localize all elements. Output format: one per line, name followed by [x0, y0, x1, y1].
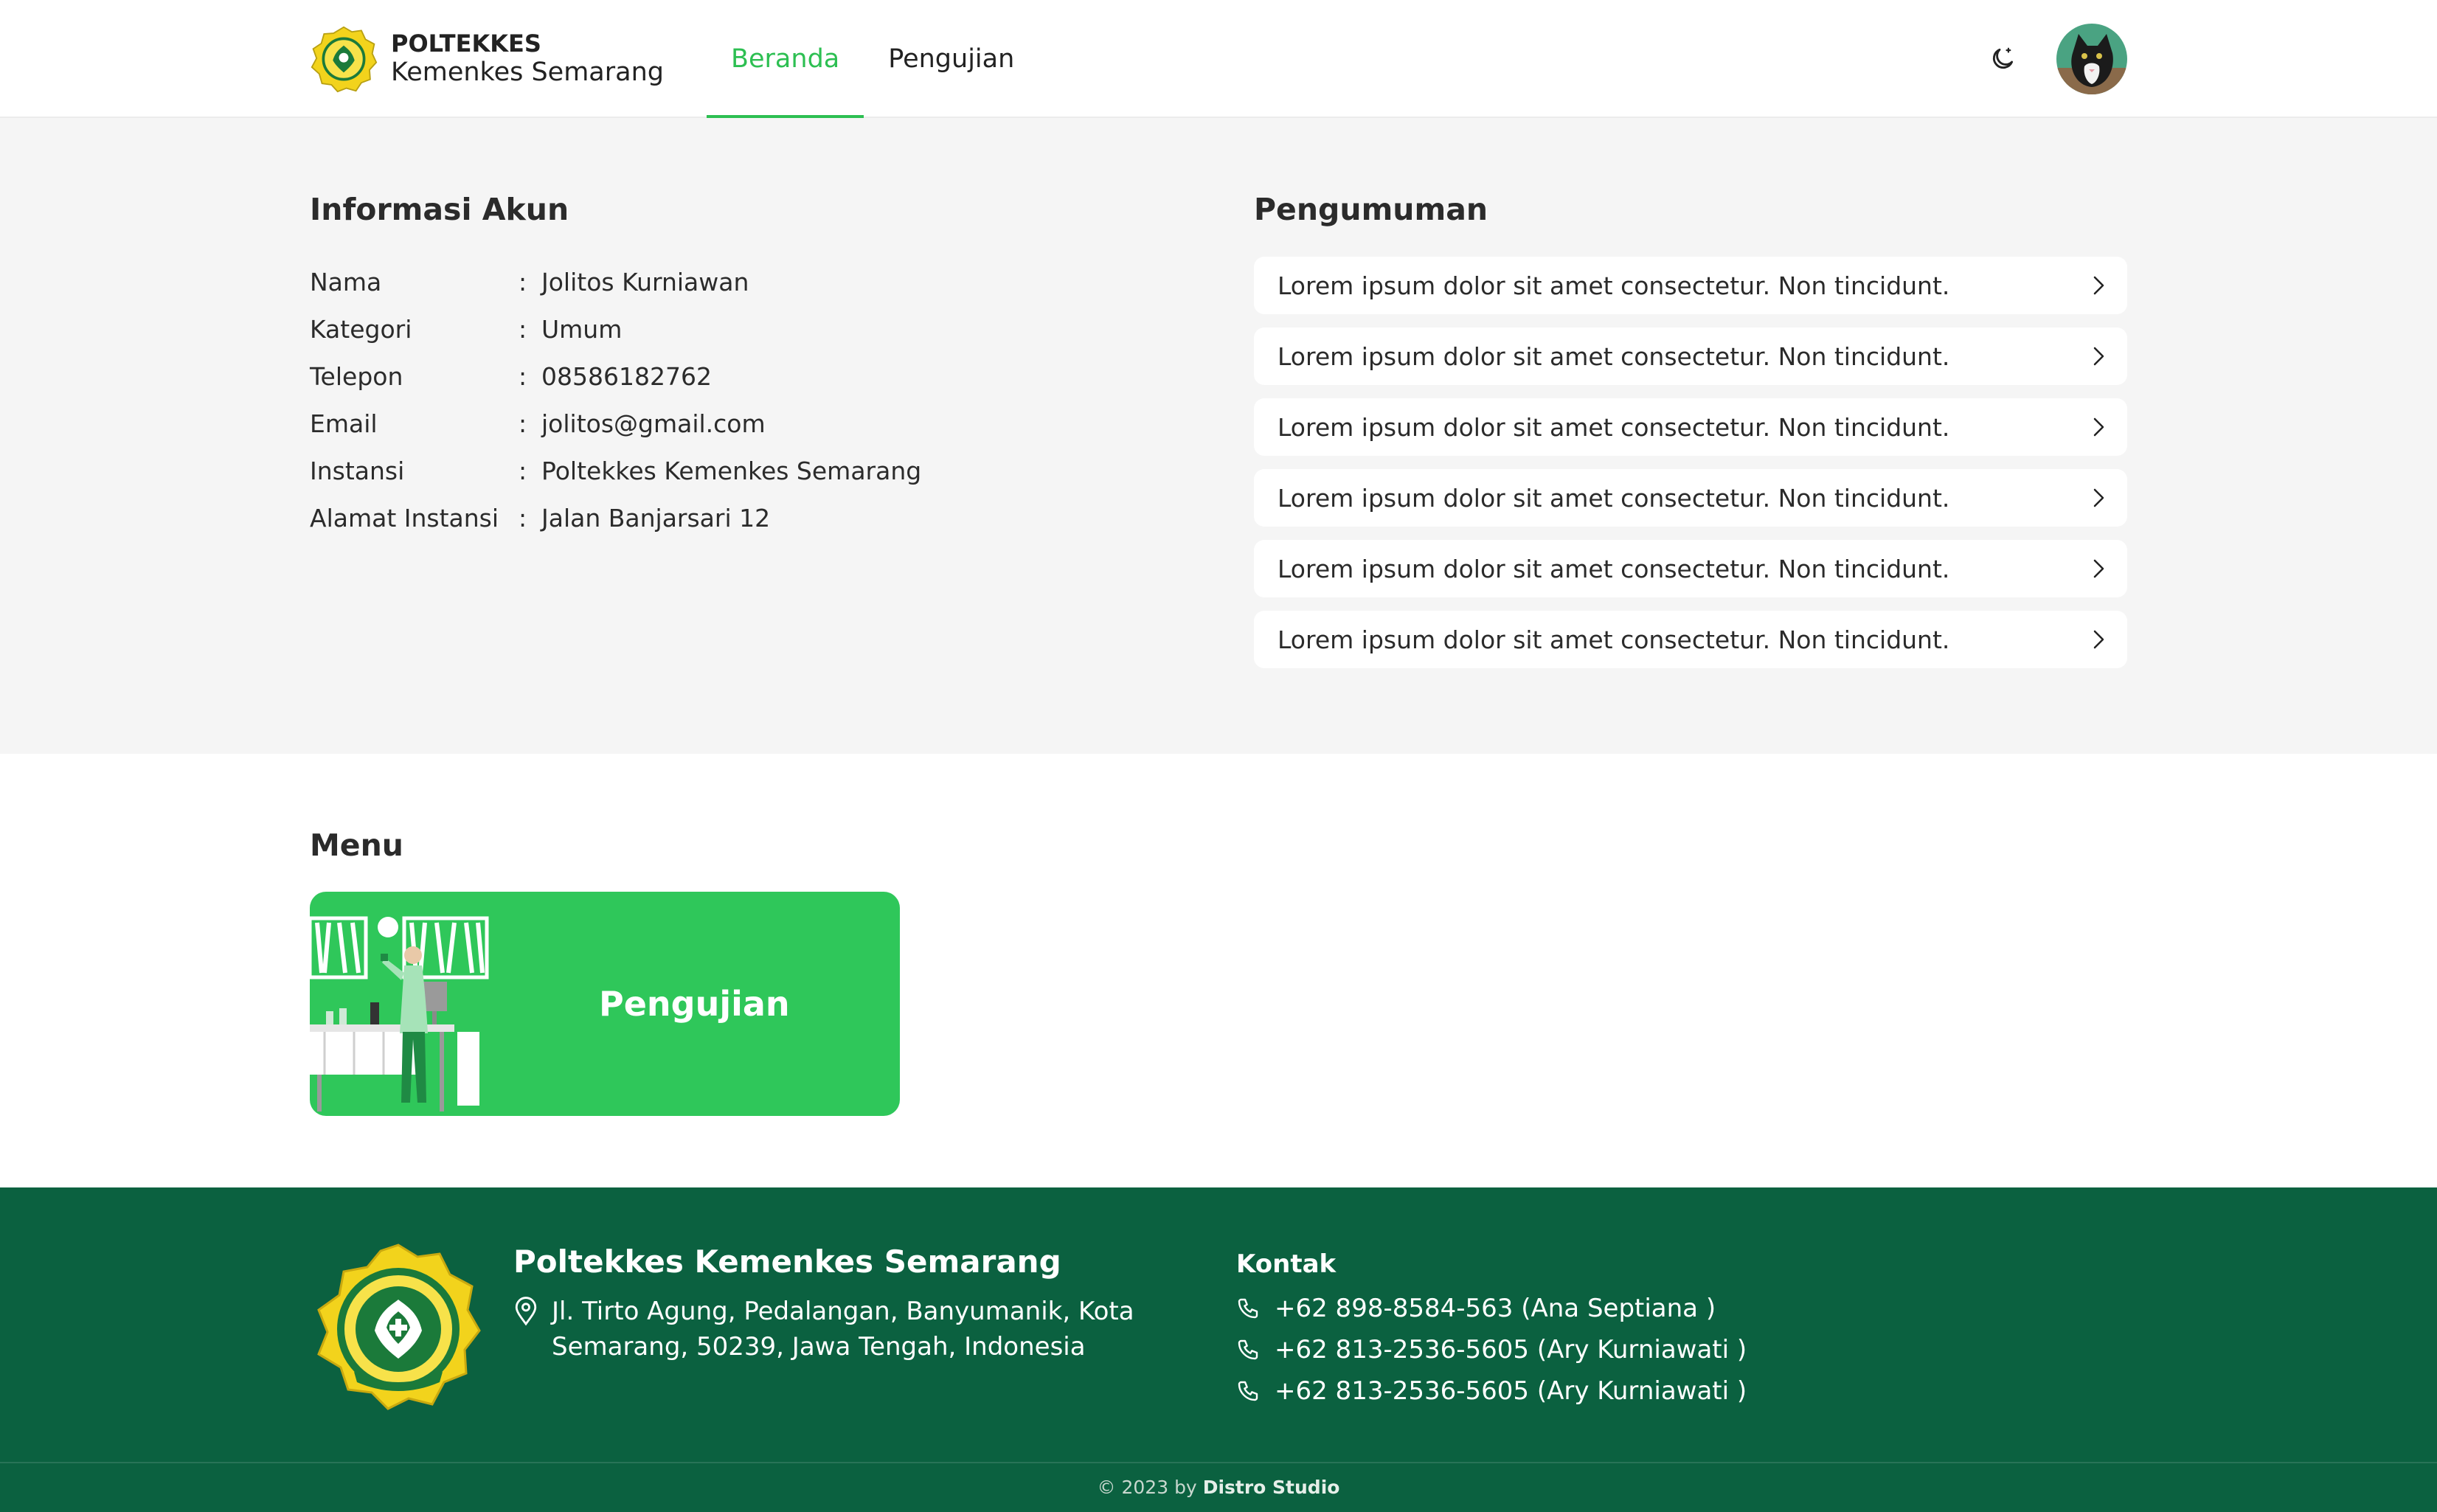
copyright-text: © 2023 by	[1097, 1477, 1197, 1498]
footer: Poltekkes Kemenkes Semarang Jl. Tirto Ag…	[0, 1187, 2437, 1512]
chevron-right-icon	[2093, 559, 2104, 578]
row-label: Instansi	[310, 456, 405, 485]
avatar-cat-image	[2056, 24, 2127, 94]
announcement-item[interactable]: Lorem ipsum dolor sit amet consectetur. …	[1254, 611, 2127, 668]
row-label: Telepon	[310, 361, 403, 391]
account-row-institution: Instansi : Poltekkes Kemenkes Semarang	[310, 447, 921, 494]
announcement-list: Lorem ipsum dolor sit amet consectetur. …	[1254, 257, 2127, 682]
account-row-category: Kategori : Umum	[310, 305, 921, 353]
account-info-title: Informasi Akun	[310, 192, 569, 227]
announcement-text: Lorem ipsum dolor sit amet consectetur. …	[1278, 271, 1950, 300]
avatar[interactable]	[2056, 24, 2127, 94]
contact-text: +62 898-8584-563 (Ana Septiana )	[1275, 1294, 1716, 1323]
announcement-item[interactable]: Lorem ipsum dolor sit amet consectetur. …	[1254, 327, 2127, 385]
moon-icon[interactable]	[1989, 45, 2017, 73]
info-section: Informasi Akun Nama : Jolitos Kurniawan …	[0, 118, 2437, 754]
contact-text: +62 813-2536-5605 (Ary Kurniawati )	[1275, 1335, 1747, 1364]
chevron-right-icon	[2093, 276, 2104, 295]
footer-copyright: © 2023 by Distro Studio	[0, 1477, 2437, 1498]
brand-title: POLTEKKES	[391, 30, 541, 58]
footer-org-name: Poltekkes Kemenkes Semarang	[513, 1244, 1061, 1280]
row-separator: :	[519, 409, 527, 438]
row-label: Alamat Instansi	[310, 503, 499, 533]
announcement-item[interactable]: Lorem ipsum dolor sit amet consectetur. …	[1254, 257, 2127, 314]
announcement-item[interactable]: Lorem ipsum dolor sit amet consectetur. …	[1254, 469, 2127, 527]
announcement-text: Lorem ipsum dolor sit amet consectetur. …	[1278, 412, 1950, 442]
row-separator: :	[519, 361, 527, 391]
announcement-text: Lorem ipsum dolor sit amet consectetur. …	[1278, 554, 1950, 583]
phone-icon	[1238, 1381, 1258, 1401]
chevron-right-icon	[2093, 417, 2104, 437]
nav-pengujian[interactable]: Pengujian	[864, 0, 1039, 118]
footer-address-text: Jl. Tirto Agung, Pedalangan, Banyumanik,…	[552, 1297, 1134, 1362]
row-value: Jolitos Kurniawan	[541, 267, 749, 296]
account-info-list: Nama : Jolitos Kurniawan Kategori : Umum…	[310, 258, 921, 541]
account-row-institution-address: Alamat Instansi : Jalan Banjarsari 12	[310, 494, 921, 541]
main-nav: Beranda Pengujian	[707, 0, 1039, 118]
poltekkes-logo-icon	[311, 26, 378, 93]
poltekkes-emblem-icon	[317, 1244, 481, 1410]
footer-contact-list: +62 898-8584-563 (Ana Septiana ) +62 813…	[1236, 1288, 1747, 1412]
announcement-item[interactable]: Lorem ipsum dolor sit amet consectetur. …	[1254, 540, 2127, 597]
row-value: 08586182762	[541, 361, 712, 391]
announcement-item[interactable]: Lorem ipsum dolor sit amet consectetur. …	[1254, 398, 2127, 456]
footer-contact-title: Kontak	[1236, 1249, 1337, 1279]
nav-beranda[interactable]: Beranda	[707, 0, 864, 118]
row-separator: :	[519, 267, 527, 296]
row-value: Jalan Banjarsari 12	[541, 503, 771, 533]
row-value: Umum	[541, 314, 623, 344]
brand[interactable]: POLTEKKES Kemenkes Semarang	[310, 25, 664, 93]
account-row-phone: Telepon : 08586182762	[310, 353, 921, 400]
brand-subtitle: Kemenkes Semarang	[391, 58, 664, 88]
account-row-email: Email : jolitos@gmail.com	[310, 400, 921, 447]
lab-illustration-icon	[310, 916, 489, 1112]
row-separator: :	[519, 456, 527, 485]
contact-text: +62 813-2536-5605 (Ary Kurniawati )	[1275, 1376, 1747, 1406]
menu-section: Menu Pengujian	[0, 754, 2437, 1187]
account-row-name: Nama : Jolitos Kurniawan	[310, 258, 921, 305]
row-value: Poltekkes Kemenkes Semarang	[541, 456, 922, 485]
location-pin-icon	[515, 1297, 537, 1326]
contact-item[interactable]: +62 898-8584-563 (Ana Septiana )	[1236, 1288, 1747, 1329]
menu-title: Menu	[310, 828, 403, 863]
chevron-right-icon	[2093, 347, 2104, 366]
top-navbar: POLTEKKES Kemenkes Semarang Beranda Peng…	[0, 0, 2437, 118]
row-label: Email	[310, 409, 378, 438]
phone-icon	[1238, 1298, 1258, 1319]
contact-item[interactable]: +62 813-2536-5605 (Ary Kurniawati )	[1236, 1329, 1747, 1370]
chevron-right-icon	[2093, 488, 2104, 507]
copyright-brand[interactable]: Distro Studio	[1203, 1477, 1340, 1498]
announcement-text: Lorem ipsum dolor sit amet consectetur. …	[1278, 341, 1950, 371]
chevron-right-icon	[2093, 630, 2104, 649]
footer-divider	[0, 1462, 2437, 1463]
announcement-text: Lorem ipsum dolor sit amet consectetur. …	[1278, 483, 1950, 513]
menu-card-label: Pengujian	[599, 984, 790, 1024]
row-value: jolitos@gmail.com	[541, 409, 766, 438]
row-separator: :	[519, 314, 527, 344]
row-label: Kategori	[310, 314, 412, 344]
phone-icon	[1238, 1339, 1258, 1360]
announcement-text: Lorem ipsum dolor sit amet consectetur. …	[1278, 625, 1950, 654]
footer-address: Jl. Tirto Agung, Pedalangan, Banyumanik,…	[513, 1294, 1142, 1364]
menu-card-pengujian[interactable]: Pengujian	[310, 892, 900, 1116]
announcements-title: Pengumuman	[1254, 192, 1488, 227]
row-separator: :	[519, 503, 527, 533]
row-label: Nama	[310, 267, 382, 296]
contact-item[interactable]: +62 813-2536-5605 (Ary Kurniawati )	[1236, 1370, 1747, 1412]
